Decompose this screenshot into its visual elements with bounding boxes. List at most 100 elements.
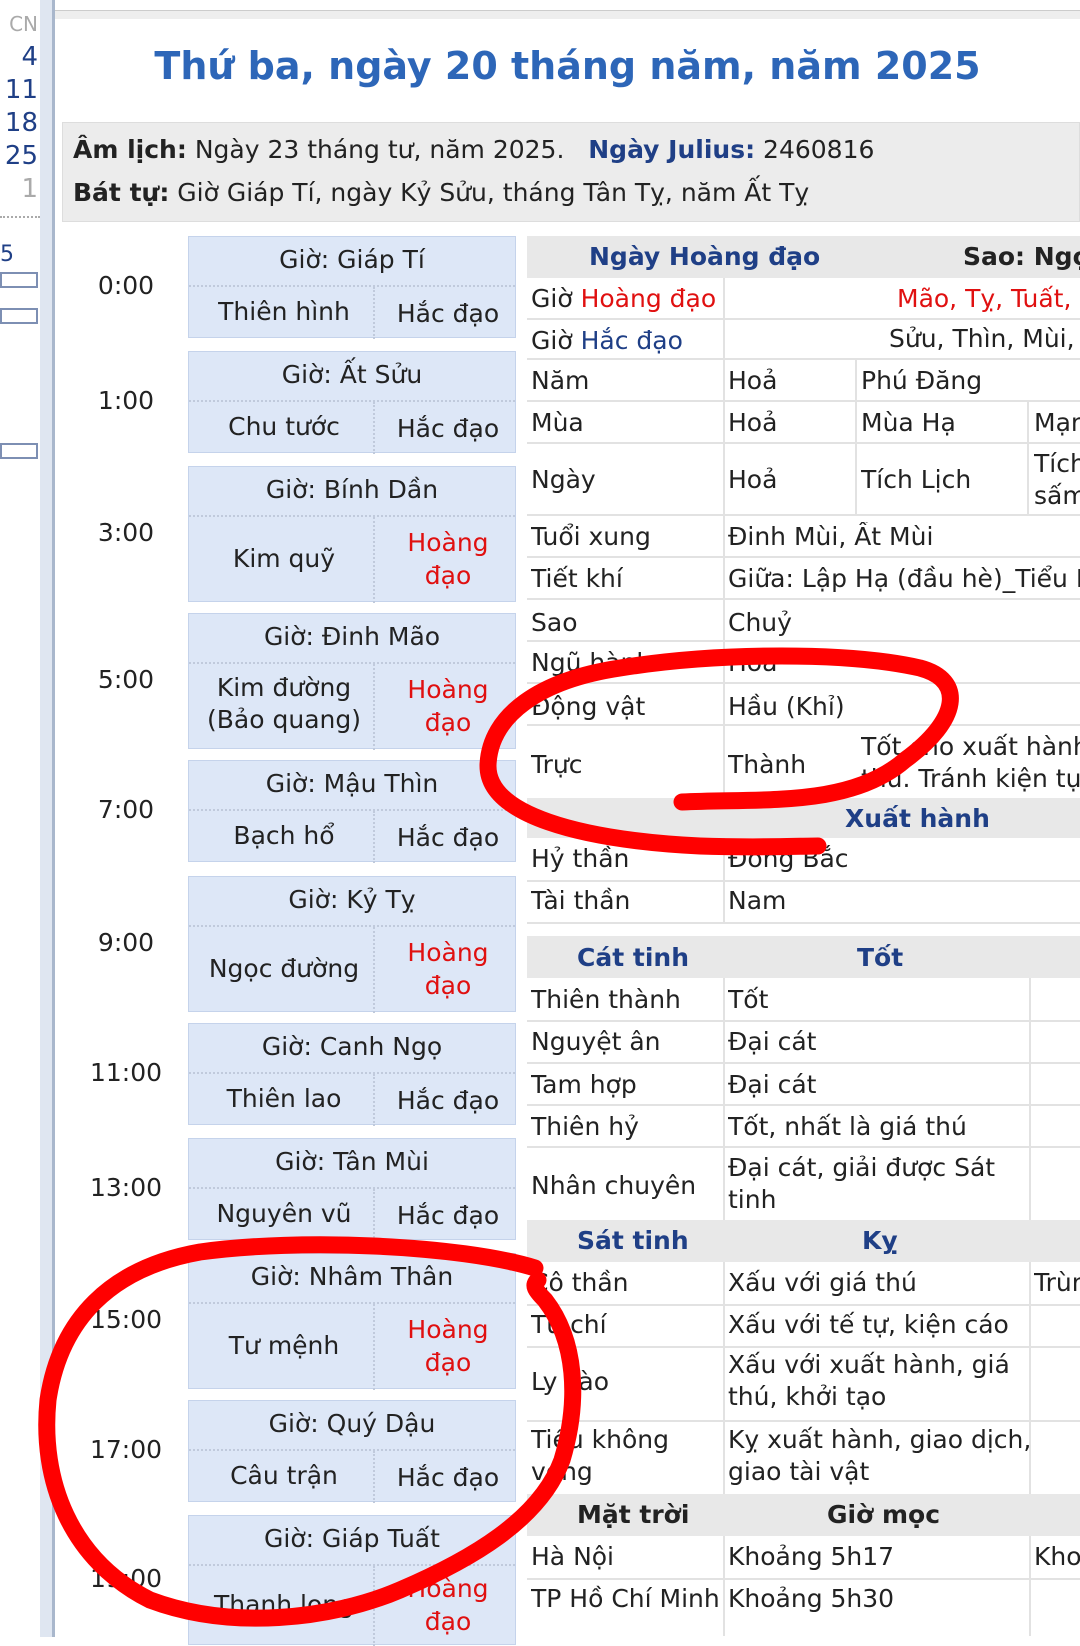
cell: Đại cát (728, 1027, 817, 1056)
mini-calendar-day[interactable]: 11 (5, 75, 38, 105)
cell: Thành (728, 750, 807, 779)
cell: Động vật (531, 692, 646, 721)
mini-calendar-day[interactable]: 18 (5, 108, 38, 138)
cell: Trực (531, 750, 583, 779)
table-row (527, 358, 1080, 402)
hour-card[interactable]: Giờ: Quý Dậu Câu trận Hắc đạo (188, 1400, 516, 1503)
cell: Tuổi xung (531, 522, 651, 551)
hour-name: Giờ: Mậu Thìn (189, 761, 515, 811)
cell: thú. Tránh kiện tụng (861, 764, 1080, 793)
cell: Kỵ xuất hành, giao dịch, (728, 1425, 1032, 1454)
hour-name: Giờ: Giáp Tuất (189, 1516, 515, 1566)
cell: Hoả (728, 465, 778, 494)
cell: Thiên thành (531, 985, 681, 1014)
input-box[interactable] (0, 272, 38, 288)
cell: Đại cát (728, 1070, 817, 1099)
cell: Kho (1034, 1542, 1080, 1571)
hour-card[interactable]: Giờ: Giáp Tuất Thanh long Hoàng đạo (188, 1515, 516, 1646)
input-box[interactable] (0, 443, 38, 459)
cell: Tích Lịch (861, 465, 972, 494)
hour-kind-line2: đạo (424, 1607, 472, 1636)
gio-hoang-dao-value: Mão, Tỵ, Tuất, H (897, 284, 1080, 313)
cell: Trùn (1034, 1268, 1080, 1297)
mini-calendar-scrollbar[interactable] (40, 0, 52, 1637)
julius-value: 2460816 (763, 135, 875, 164)
xuat-hanh-label: Xuất hành (845, 804, 990, 833)
mini-calendar-day[interactable]: 1 (21, 174, 38, 204)
hour-star: Kim quỹ (232, 544, 336, 573)
hour-star-alt: (Bảo quang) (207, 705, 361, 734)
cell: Xấu với xuất hành, giá (728, 1350, 1010, 1379)
gio-hac-dao-value: Sửu, Thìn, Mùi, D (889, 324, 1080, 353)
cell: Phú Đăng (861, 366, 983, 395)
cell: Nhân chuyên (531, 1171, 697, 1200)
hour-time: 17:00 (89, 1435, 163, 1464)
cell: Thiên hỷ (531, 1112, 639, 1141)
gio-moc-label: Giờ mọc (827, 1500, 941, 1529)
cell: Tử chí (531, 1310, 607, 1339)
column-divider (1027, 400, 1029, 514)
hour-kind: Hắc đạo (396, 299, 500, 328)
cell: Tiết khí (531, 564, 623, 593)
cell: Hầu (Khỉ) (728, 692, 845, 721)
gio-label: Giờ (531, 326, 573, 355)
hour-card[interactable]: Giờ: Giáp Tí Thiên hình Hắc đạo (188, 236, 516, 339)
cell: Năm (531, 366, 590, 395)
hour-name: Giờ: Bính Dần (189, 467, 515, 517)
column-divider (723, 1262, 725, 1494)
hour-kind: Hắc đạo (396, 1463, 500, 1492)
hour-card[interactable]: Giờ: Canh Ngọ Thiên lao Hắc đạo (188, 1023, 516, 1126)
mini-calendar-day[interactable]: 25 (5, 141, 38, 171)
cell: Giữa: Lập Hạ (đầu hè)_Tiểu M (728, 564, 1080, 593)
hour-star: Bạch hổ (233, 821, 335, 850)
bat-tu-value: Giờ Giáp Tí, ngày Kỷ Sửu, tháng Tân Tỵ, … (177, 178, 810, 207)
mini-calendar-col-label: CN (9, 12, 38, 36)
cell: Hoả (728, 408, 778, 437)
hour-card[interactable]: Giờ: Ất Sửu Chu tước Hắc đạo (188, 351, 516, 454)
hour-name: Giờ: Tân Mùi (189, 1139, 515, 1189)
cell: giao tài vật (728, 1457, 870, 1486)
hour-kind: Hoàng đạo (379, 1313, 517, 1379)
cell: Xấu với tế tự, kiện cáo (728, 1310, 1009, 1339)
hour-kind-line1: Hoàng (407, 1574, 489, 1603)
cell: Đinh Mùi, Ất Mùi (728, 522, 934, 551)
hour-card[interactable]: Giờ: Đinh Mão Kim đường (Bảo quang) Hoàng đạ… (188, 613, 516, 750)
sat-tinh-label: Sát tinh (577, 1226, 689, 1255)
hour-card[interactable]: Giờ: Tân Mùi Nguyên vũ Hắc đạo (188, 1138, 516, 1241)
hour-time: 9:00 (97, 928, 155, 957)
hour-kind: Hắc đạo (396, 1201, 500, 1230)
hour-star: Thanh long (213, 1590, 355, 1619)
hour-time: 1:00 (97, 386, 155, 415)
hour-kind-line1: Hoàng (407, 675, 489, 704)
hour-kind-line1: Hoàng (407, 1315, 489, 1344)
hour-kind-line1: Hoàng (407, 528, 489, 557)
hour-time: 0:00 (97, 271, 155, 300)
cell: Tốt cho xuất hành (861, 732, 1080, 761)
hour-name: Giờ: Canh Ngọ (189, 1024, 515, 1074)
hour-card[interactable]: Giờ: Kỷ Tỵ Ngọc đường Hoàng đạo (188, 876, 516, 1013)
cell: Khoảng 5h17 (728, 1542, 895, 1571)
hour-time: 13:00 (89, 1173, 163, 1202)
bat-tu-label: Bát tự: (73, 178, 170, 207)
hour-name: Giờ: Đinh Mão (189, 614, 515, 664)
cell: vong (531, 1457, 593, 1486)
hour-kind: Hắc đạo (396, 823, 500, 852)
cell: Hà Nội (531, 1542, 615, 1571)
mini-calendar: CN 4 11 18 25 1 5 (0, 0, 55, 1637)
hour-time: 3:00 (97, 518, 155, 547)
hour-card[interactable]: Giờ: Nhâm Thân Tư mệnh Hoàng đạo (188, 1253, 517, 1390)
mini-calendar-day[interactable]: 4 (21, 42, 38, 72)
hour-kind-line2: đạo (424, 561, 472, 590)
cell: Chuỷ (728, 608, 792, 637)
hour-star: Thiên hình (218, 297, 350, 326)
column-divider (723, 838, 725, 922)
hour-card[interactable]: Giờ: Bính Dần Kim quỹ Hoàng đạo (188, 466, 517, 603)
year-fragment: 5 (0, 242, 14, 267)
hour-kind-line2: đạo (424, 708, 472, 737)
hour-time: 5:00 (97, 665, 155, 694)
hour-kind: Hoàng đạo (379, 526, 517, 592)
hour-card[interactable]: Giờ: Mậu Thìn Bạch hổ Hắc đạo (188, 760, 516, 863)
input-box[interactable] (0, 308, 38, 324)
hour-time: 7:00 (97, 795, 155, 824)
cell: Hỷ thần (531, 844, 630, 873)
